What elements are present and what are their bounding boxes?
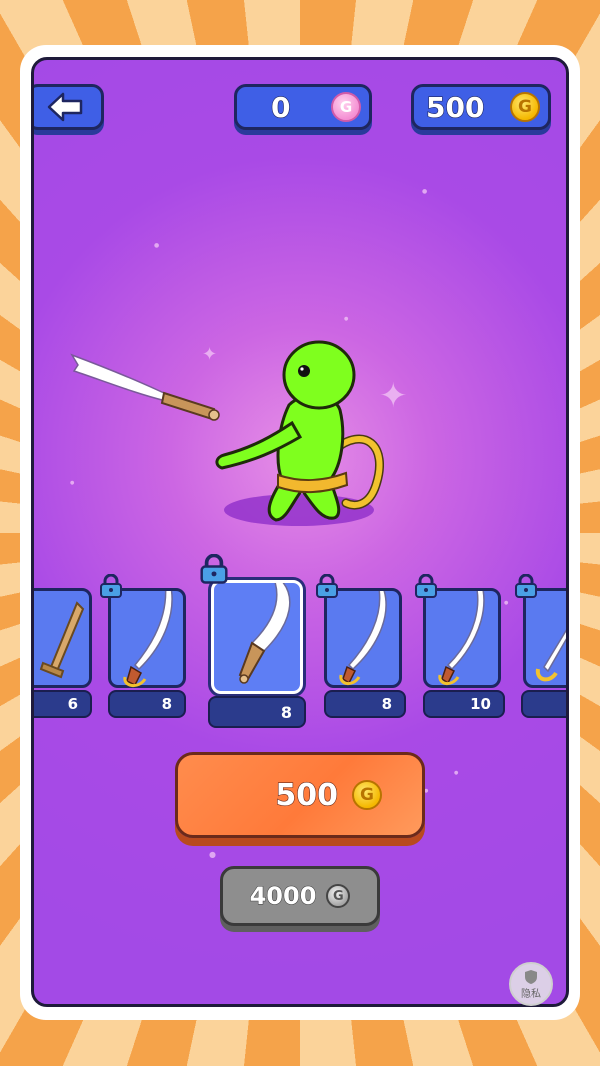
privacy-label: 隐私 (521, 988, 541, 1000)
weapon-level-tag: 8 (108, 690, 186, 718)
character-eye (298, 365, 310, 377)
character-shadow (224, 494, 374, 526)
silver-coin-icon: G (326, 884, 351, 908)
shop-screen: ✦ ✦ ● ● ● ● ● ● ● ● 0 G 500 G 6 8 8 8 10 (31, 57, 569, 1007)
long-saber-icon (438, 566, 485, 685)
lock-icon (200, 554, 228, 584)
privacy-button[interactable]: 隐私 (509, 962, 553, 1006)
lock-icon (415, 574, 437, 598)
weapon-card[interactable] (108, 577, 186, 688)
shield-icon (525, 969, 537, 984)
scimitar-icon (339, 585, 387, 685)
rapier-icon (535, 629, 566, 682)
sword-handle (160, 391, 216, 421)
weapon-level: 10 (470, 695, 491, 713)
sparkle-icon: ● (422, 188, 428, 195)
buy-button[interactable]: 500 G (175, 752, 425, 838)
sword-blade (70, 353, 168, 403)
coin-counter: 500 G (411, 84, 551, 130)
character-preview (70, 340, 384, 526)
gem-count: 0 (270, 90, 291, 124)
sparkle-icon: ● (454, 770, 459, 776)
weapon-card-selected[interactable] (211, 576, 303, 694)
weapon-level: 6 (67, 695, 78, 713)
coin-icon: G (510, 92, 540, 122)
weapon-card[interactable] (324, 585, 402, 688)
lock-icon (515, 574, 537, 598)
weapon-level-tag: 6 (34, 690, 92, 718)
lock-icon (316, 574, 338, 598)
gem-icon: G (331, 92, 361, 122)
weapon-level: 8 (381, 695, 392, 713)
buy-price: 500 (275, 777, 339, 813)
weapon-level-tag: 10 (423, 690, 505, 718)
back-arrow-icon (47, 92, 83, 122)
weapon-level-tag (521, 690, 566, 718)
alt-price: 4000 (249, 882, 317, 911)
cleaver-sword-icon (238, 576, 291, 684)
gem-counter: 0 G (234, 84, 372, 130)
wooden-sword-icon (39, 601, 85, 679)
weapon-level: 8 (280, 702, 292, 722)
weapon-card[interactable] (34, 588, 92, 688)
alt-buy-button[interactable]: 4000 G (220, 866, 380, 926)
back-button[interactable] (34, 84, 104, 130)
sparkle-icon: ● (209, 850, 216, 859)
weapon-card[interactable] (423, 566, 501, 688)
weapon-card[interactable] (523, 588, 566, 688)
lock-icon (100, 574, 122, 598)
sparkle-icon: ● (504, 600, 509, 606)
coin-count: 500 (425, 90, 485, 124)
saber-icon (123, 577, 173, 687)
weapon-level-tag: 8 (324, 690, 406, 718)
character-head (282, 340, 356, 410)
weapon-level: 8 (161, 695, 172, 713)
coin-icon: G (352, 780, 382, 810)
sparkle-icon: ● (154, 242, 160, 249)
sword-pommel (208, 409, 220, 421)
weapon-level-tag: 8 (208, 696, 306, 728)
